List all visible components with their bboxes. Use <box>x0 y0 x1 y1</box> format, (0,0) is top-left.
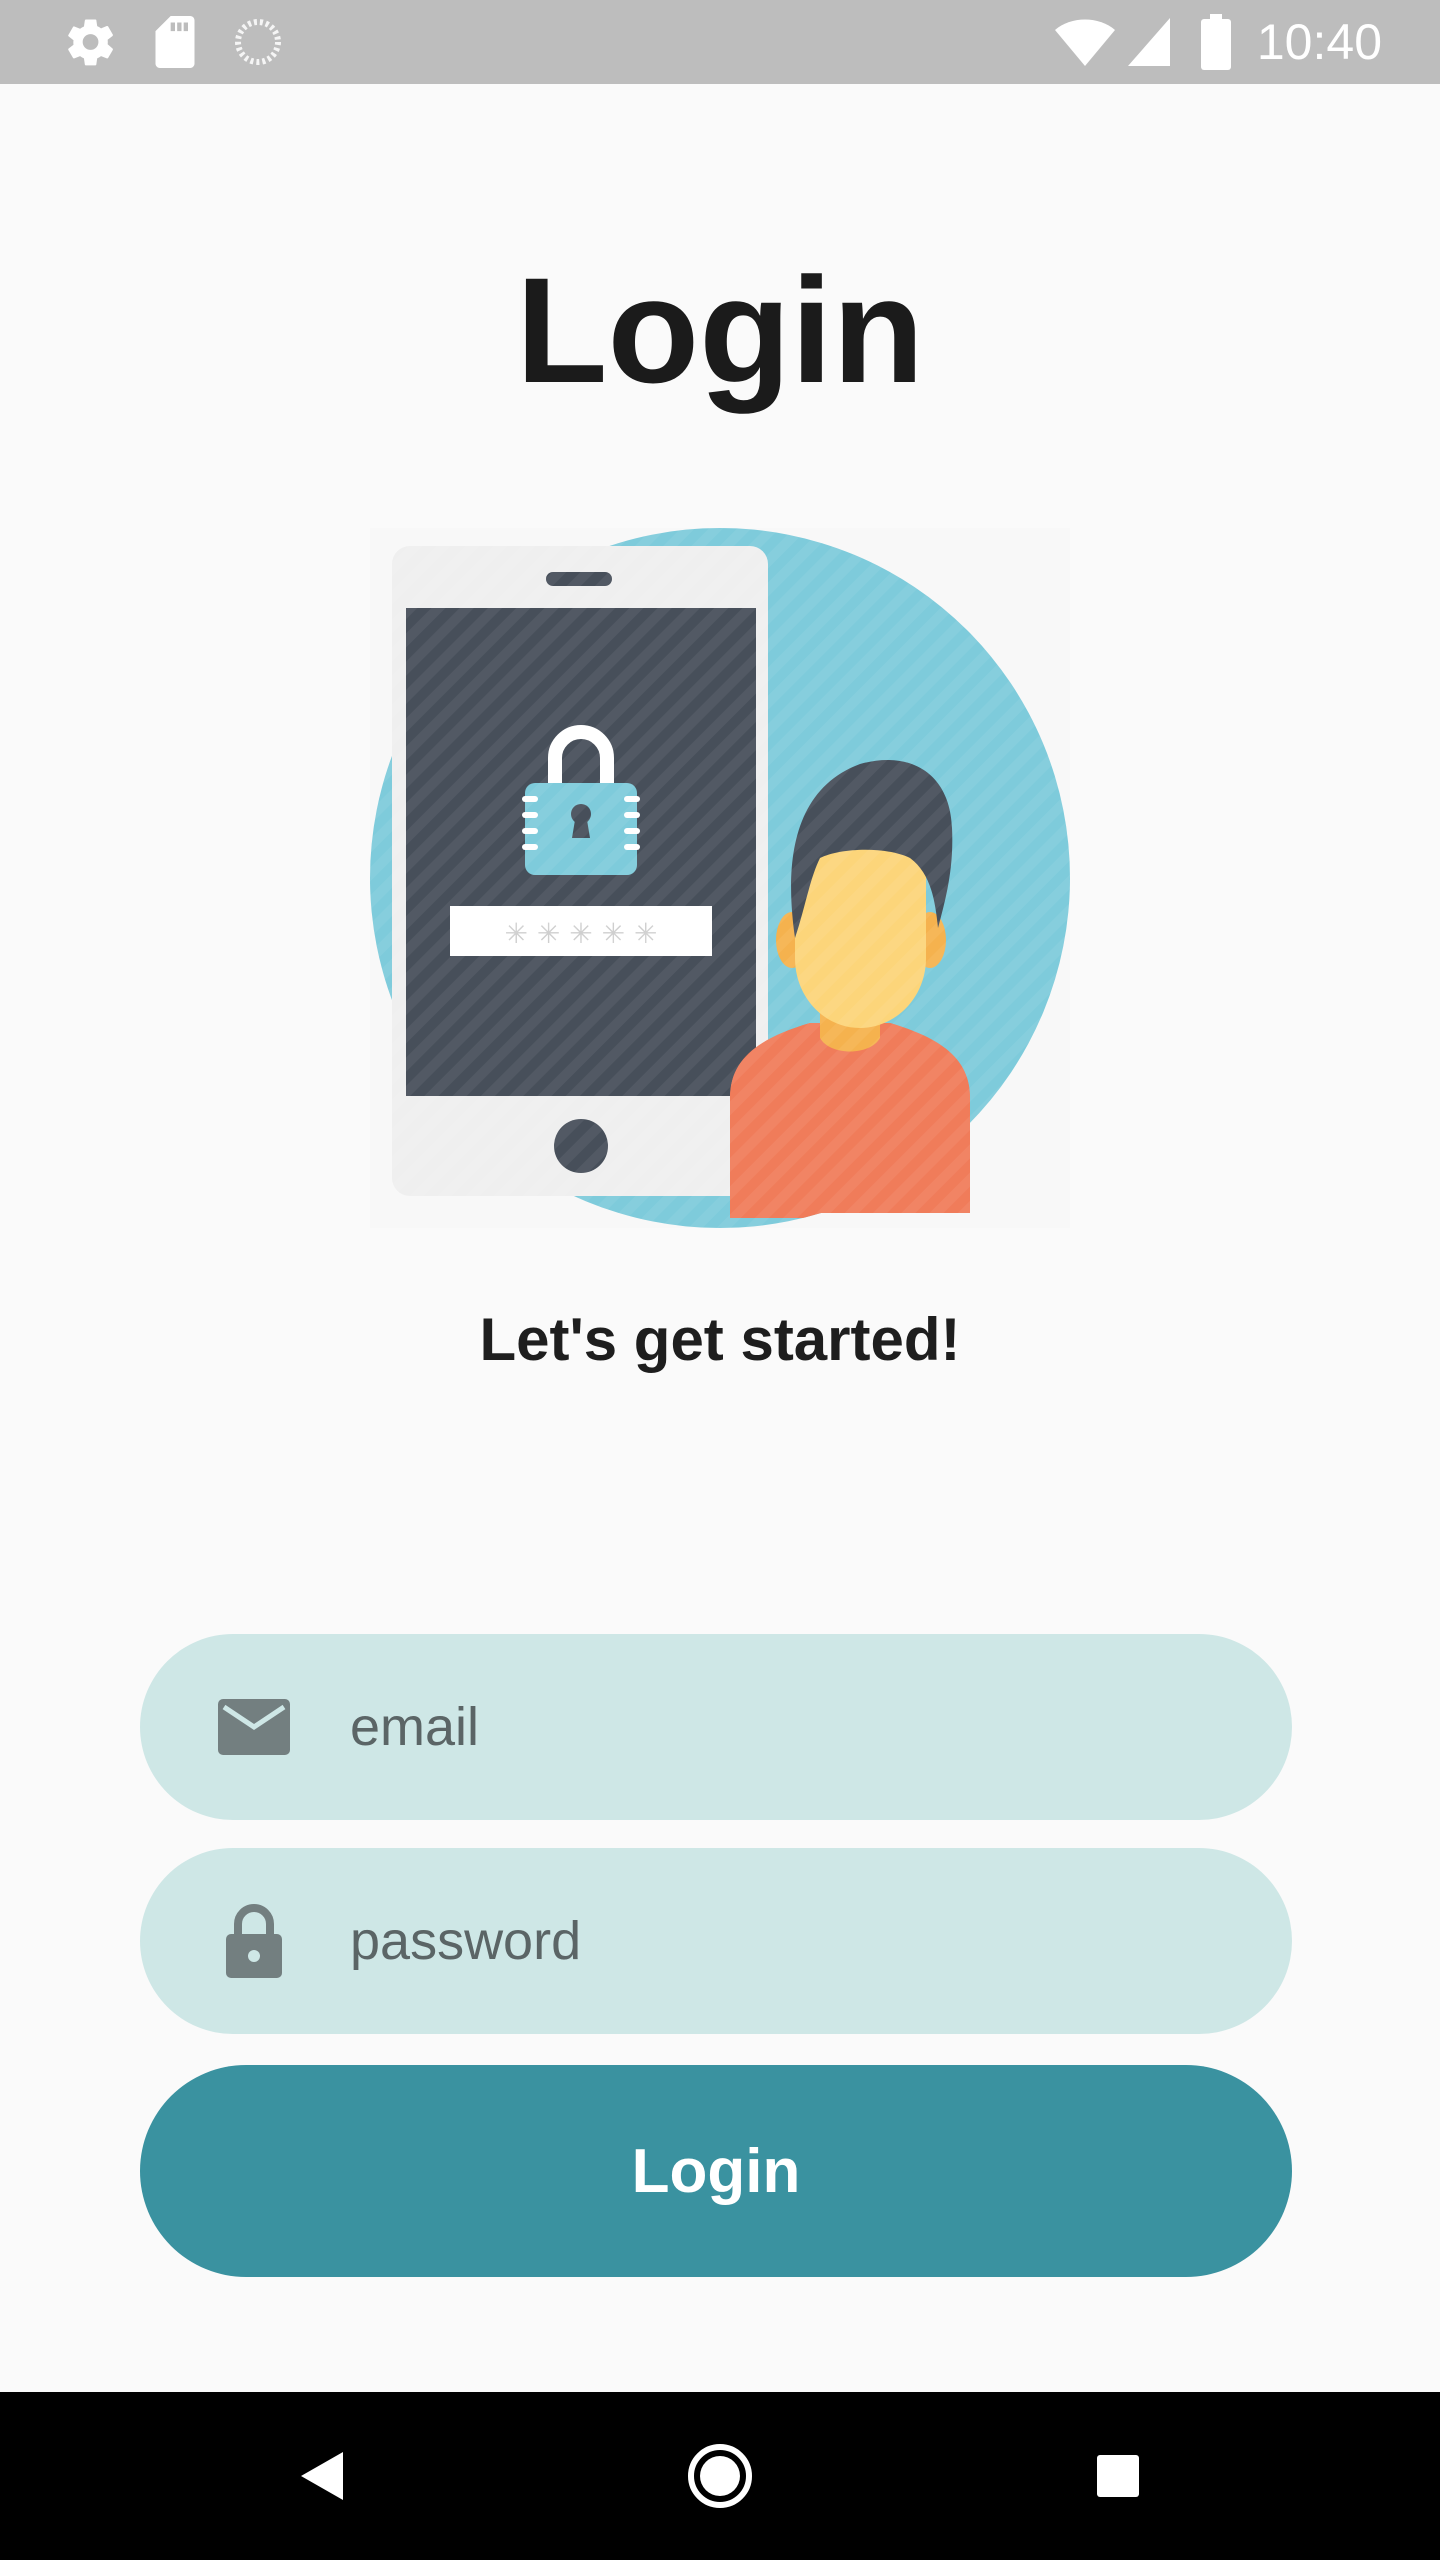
home-icon[interactable] <box>640 2392 800 2560</box>
subtitle: Let's get started! <box>479 1306 961 1373</box>
phone-lock-user-illustration: ✳ ✳ ✳ ✳ ✳ <box>370 528 1070 1228</box>
battery-icon <box>1198 0 1234 84</box>
page-title: Login <box>515 246 925 414</box>
email-field[interactable] <box>350 1634 1230 1820</box>
lock-icon <box>214 1848 294 2034</box>
back-icon[interactable] <box>242 2392 402 2560</box>
recents-icon[interactable] <box>1038 2392 1198 2560</box>
email-field-container[interactable] <box>140 1634 1292 1820</box>
password-field[interactable] <box>350 1848 1230 2034</box>
cell-signal-icon <box>1124 0 1174 84</box>
login-button[interactable]: Login <box>140 2065 1292 2277</box>
wifi-icon <box>1050 0 1120 84</box>
status-time: 10:40 <box>1256 14 1382 70</box>
mail-icon <box>214 1634 294 1820</box>
sd-card-icon <box>150 0 200 84</box>
status-bar: 10:40 <box>0 0 1440 84</box>
navigation-bar <box>0 2392 1440 2560</box>
password-field-container[interactable] <box>140 1848 1292 2034</box>
settings-icon <box>60 0 122 84</box>
sync-icon <box>230 0 286 84</box>
